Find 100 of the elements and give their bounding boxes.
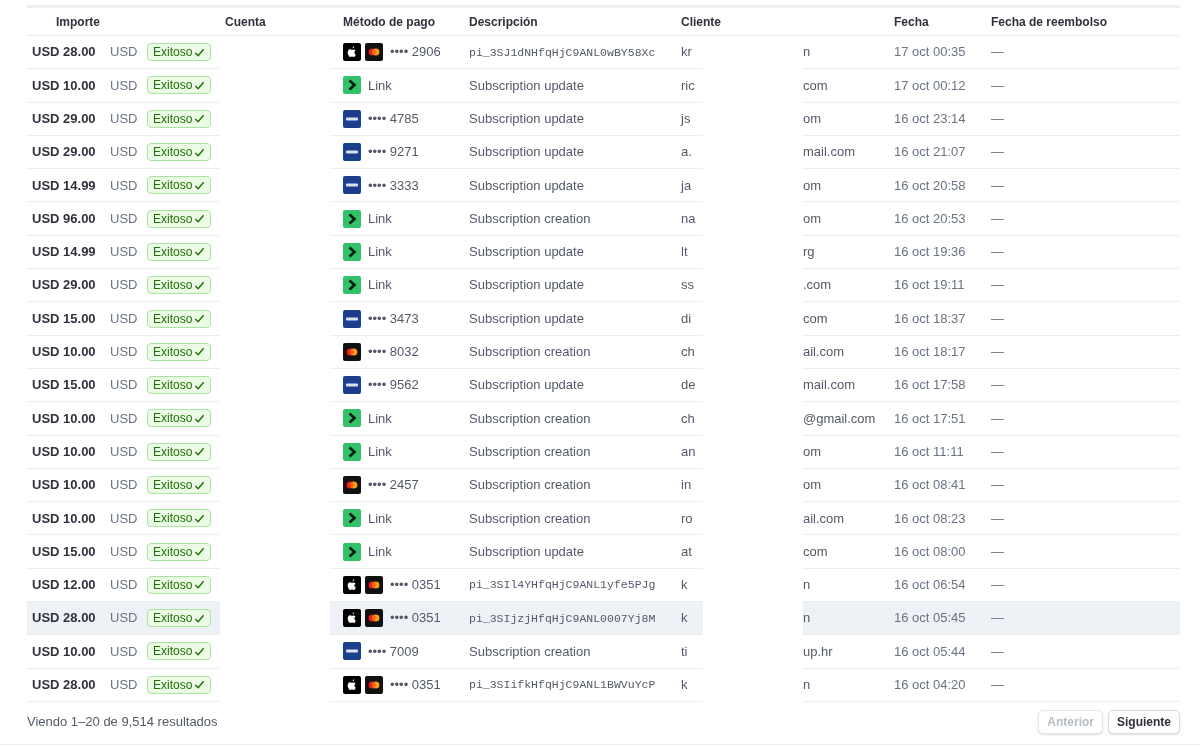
- date: 16 oct 18:37: [894, 309, 966, 328]
- client-text: ro: [681, 509, 693, 528]
- status-label: Exitoso: [153, 643, 193, 661]
- link-label: Link: [368, 509, 392, 528]
- currency: USD: [110, 609, 139, 628]
- amount: USD 28.00: [32, 609, 97, 628]
- client-text: k: [681, 576, 688, 595]
- client-text: di: [681, 309, 692, 328]
- check-icon: [194, 113, 206, 125]
- chevron-icon: [343, 409, 361, 428]
- currency: USD: [110, 76, 139, 95]
- check-icon: [194, 679, 206, 691]
- date: 16 oct 21:07: [894, 143, 966, 162]
- description: Subscription update: [469, 376, 584, 395]
- status-label: Exitoso: [153, 576, 193, 594]
- status-label: Exitoso: [153, 443, 193, 461]
- client-text: lt: [681, 243, 688, 262]
- chevron-icon: [343, 542, 361, 561]
- client-text: a.: [681, 143, 692, 162]
- card-number: •••• 3333: [368, 176, 419, 195]
- status-label: Exitoso: [153, 77, 193, 95]
- card-number: •••• 9562: [368, 376, 419, 395]
- apple-icon: [343, 575, 361, 594]
- card-number: •••• 0351: [390, 576, 441, 595]
- status-label: Exitoso: [153, 310, 193, 328]
- client-text: rg: [803, 243, 815, 262]
- date: 16 oct 20:53: [894, 209, 966, 228]
- status-label: Exitoso: [153, 343, 193, 361]
- link-label: Link: [368, 276, 392, 295]
- amount: USD 10.00: [32, 442, 97, 461]
- check-icon: [194, 146, 206, 158]
- status-label: Exitoso: [153, 243, 193, 261]
- pagination-button[interactable]: Siguiente: [1108, 709, 1180, 734]
- refund-date: —: [991, 76, 1004, 95]
- client-text: om: [803, 176, 822, 195]
- client-text: com: [803, 309, 828, 328]
- description: Subscription update: [469, 243, 584, 262]
- description: Subscription creation: [469, 343, 591, 362]
- card-number: •••• 0351: [390, 676, 441, 695]
- date: 16 oct 20:58: [894, 176, 966, 195]
- column-header[interactable]: Fecha de reembolso: [991, 14, 1108, 29]
- column-header[interactable]: Fecha: [894, 14, 929, 29]
- status-label: Exitoso: [153, 510, 193, 528]
- currency: USD: [110, 376, 139, 395]
- column-header[interactable]: Cuenta: [225, 14, 266, 29]
- date: 16 oct 19:11: [894, 276, 965, 295]
- date: 16 oct 19:36: [894, 243, 966, 262]
- currency: USD: [110, 576, 139, 595]
- status-label: Exitoso: [153, 110, 193, 128]
- client-text: ch: [681, 343, 695, 362]
- card-circles-icon: [343, 476, 361, 494]
- refund-date: —: [991, 542, 1004, 561]
- date: 17 oct 00:12: [894, 76, 966, 95]
- check-icon: [194, 412, 206, 424]
- card-number: •••• 2906: [390, 43, 441, 62]
- card-icon: [343, 176, 361, 195]
- client-text: com: [803, 542, 828, 561]
- description: Subscription creation: [469, 509, 591, 528]
- description: Subscription update: [469, 542, 584, 561]
- column-header[interactable]: Descripción: [469, 14, 538, 29]
- date: 16 oct 04:20: [894, 676, 966, 695]
- currency: USD: [110, 43, 139, 62]
- amount: USD 12.00: [32, 576, 97, 595]
- client-text: de: [681, 376, 696, 395]
- client-text: n: [803, 43, 811, 62]
- client-text: ric: [681, 76, 695, 95]
- column-header[interactable]: Importe: [56, 14, 100, 29]
- check-icon: [194, 612, 206, 624]
- date: 16 oct 06:54: [894, 576, 966, 595]
- amount: USD 10.00: [32, 76, 97, 95]
- column-header[interactable]: Método de pago: [343, 14, 435, 29]
- client-text: js: [681, 110, 691, 128]
- card-number: •••• 8032: [368, 343, 419, 362]
- chevron-icon: [343, 509, 361, 528]
- check-icon: [194, 579, 206, 591]
- currency: USD: [110, 276, 139, 295]
- status-label: Exitoso: [153, 410, 193, 428]
- date: 16 oct 05:45: [894, 609, 966, 628]
- client-text: om: [803, 209, 822, 228]
- status-label: Exitoso: [153, 144, 193, 162]
- amount: USD 10.00: [32, 509, 97, 528]
- check-icon: [194, 512, 206, 524]
- client-text: n: [803, 609, 811, 628]
- refund-date: —: [991, 376, 1004, 395]
- card-icon: [343, 376, 361, 395]
- status-label: Exitoso: [153, 277, 193, 295]
- amount: USD 14.99: [32, 176, 97, 195]
- refund-date: —: [991, 642, 1004, 661]
- status-label: Exitoso: [153, 210, 193, 228]
- client-text: at: [681, 542, 692, 561]
- chevron-icon: [343, 209, 361, 228]
- payment-id: pi_3SJ1dNHfqHjC9ANL0wBY58Xc: [469, 44, 656, 61]
- description: Subscription update: [469, 110, 584, 128]
- card-circles-icon: [365, 609, 383, 628]
- currency: USD: [110, 143, 139, 162]
- currency: USD: [110, 243, 139, 262]
- refund-date: —: [991, 243, 1004, 262]
- date: 16 oct 08:41: [894, 476, 966, 495]
- column-header[interactable]: Cliente: [681, 14, 721, 29]
- client-text: ti: [681, 642, 688, 661]
